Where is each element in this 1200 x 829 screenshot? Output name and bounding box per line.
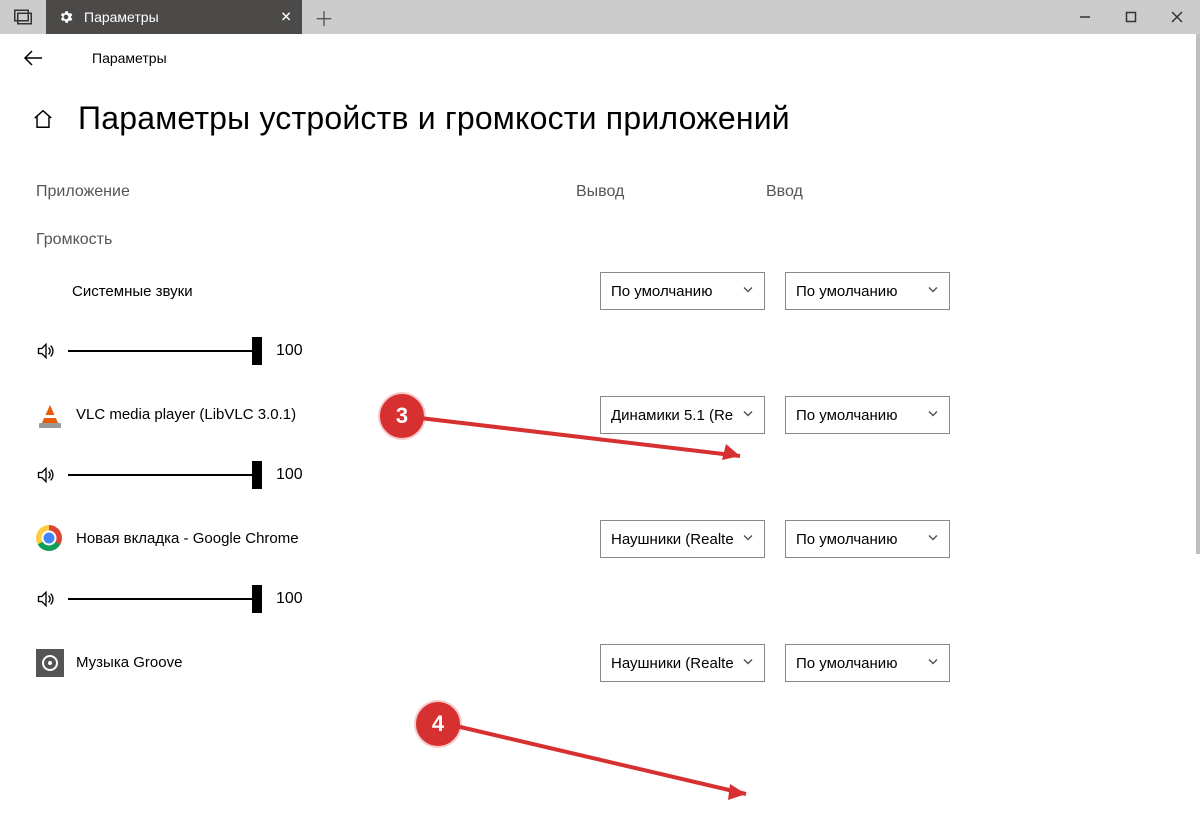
row-chrome: Новая вкладка - Google Chrome Наушники (…: [36, 517, 1200, 561]
taskview-icon[interactable]: [0, 0, 46, 34]
select-text: По умолчанию: [796, 407, 939, 424]
label-system-sounds: Системные звуки: [72, 283, 193, 300]
subheading-volume: Громкость: [36, 231, 1200, 249]
select-system-output[interactable]: По умолчанию: [600, 272, 765, 310]
label-chrome: Новая вкладка - Google Chrome: [76, 529, 299, 549]
column-header-output: Вывод: [576, 183, 766, 201]
select-text: По умолчанию: [796, 655, 939, 672]
gear-icon: [58, 9, 74, 25]
volume-value: 100: [276, 466, 303, 484]
slider-chrome: 100: [36, 589, 1200, 609]
chevron-down-icon: [742, 655, 754, 672]
speaker-icon[interactable]: [36, 589, 56, 609]
tab-close-icon[interactable]: ✕: [280, 9, 292, 26]
volume-slider[interactable]: [68, 474, 260, 476]
chevron-down-icon: [742, 283, 754, 300]
slider-thumb[interactable]: [252, 585, 262, 613]
window-minimize-button[interactable]: [1062, 0, 1108, 34]
select-text: Наушники (Realte: [611, 655, 754, 672]
volume-value: 100: [276, 342, 303, 360]
slider-thumb[interactable]: [252, 337, 262, 365]
chrome-icon: [36, 525, 64, 553]
select-text: По умолчанию: [796, 531, 939, 548]
chevron-down-icon: [927, 407, 939, 424]
volume-value: 100: [276, 590, 303, 608]
chevron-down-icon: [927, 531, 939, 548]
select-groove-output[interactable]: Наушники (Realte: [600, 644, 765, 682]
column-headers: Приложение Вывод Ввод: [36, 183, 1200, 201]
annotation-number: 3: [396, 403, 408, 429]
select-text: По умолчанию: [796, 283, 939, 300]
vlc-icon: [36, 401, 64, 429]
select-chrome-input[interactable]: По умолчанию: [785, 520, 950, 558]
page-title-row: Параметры устройств и громкости приложен…: [0, 100, 1200, 137]
subheader: Параметры: [0, 34, 1200, 82]
chevron-down-icon: [927, 283, 939, 300]
volume-slider[interactable]: [68, 598, 260, 600]
select-chrome-output[interactable]: Наушники (Realte: [600, 520, 765, 558]
annotation-arrow-4: [456, 716, 776, 806]
back-arrow-icon[interactable]: [22, 49, 44, 67]
tab-title: Параметры: [84, 9, 159, 25]
chevron-down-icon: [927, 655, 939, 672]
volume-slider[interactable]: [68, 350, 260, 352]
slider-system-sounds: 100: [36, 341, 1200, 361]
browser-tab-settings[interactable]: Параметры ✕: [46, 0, 302, 34]
label-vlc: VLC media player (LibVLC 3.0.1): [76, 405, 296, 425]
column-header-input: Ввод: [766, 183, 803, 201]
scrollbar-thumb[interactable]: [1196, 34, 1200, 554]
chevron-down-icon: [742, 531, 754, 548]
annotation-bubble-3: 3: [380, 394, 424, 438]
groove-icon: [36, 649, 64, 677]
window-titlebar: Параметры ✕ ＋: [0, 0, 1200, 34]
row-groove: Музыка Groove Наушники (Realte По умолча…: [36, 641, 1200, 685]
home-icon[interactable]: [32, 108, 54, 130]
new-tab-button[interactable]: ＋: [302, 0, 346, 34]
annotation-number: 4: [432, 711, 444, 737]
annotation-bubble-4: 4: [416, 702, 460, 746]
select-system-input[interactable]: По умолчанию: [785, 272, 950, 310]
page-title: Параметры устройств и громкости приложен…: [78, 100, 790, 137]
select-text: Наушники (Realte: [611, 531, 754, 548]
speaker-icon[interactable]: [36, 341, 56, 361]
slider-thumb[interactable]: [252, 461, 262, 489]
label-groove: Музыка Groove: [76, 653, 182, 673]
select-groove-input[interactable]: По умолчанию: [785, 644, 950, 682]
speaker-icon[interactable]: [36, 465, 56, 485]
window-controls: [1062, 0, 1200, 34]
column-header-app: Приложение: [36, 183, 576, 201]
window-maximize-button[interactable]: [1108, 0, 1154, 34]
scrollbar[interactable]: [1196, 34, 1200, 829]
row-system-sounds: Системные звуки По умолчанию По умолчани…: [36, 269, 1200, 313]
breadcrumb: Параметры: [92, 50, 167, 66]
select-text: По умолчанию: [611, 283, 754, 300]
annotation-arrow-3: [420, 408, 770, 478]
window-close-button[interactable]: [1154, 0, 1200, 34]
select-vlc-input[interactable]: По умолчанию: [785, 396, 950, 434]
